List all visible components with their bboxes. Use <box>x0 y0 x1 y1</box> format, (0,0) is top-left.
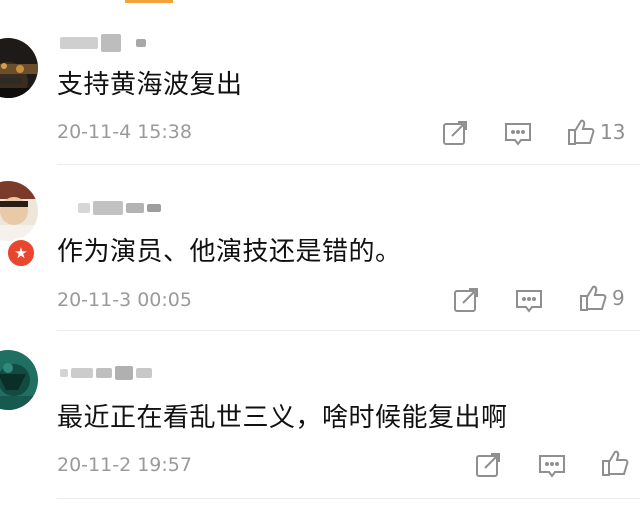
like-button[interactable] <box>600 448 634 478</box>
thumbs-up-icon <box>568 119 595 145</box>
avatar[interactable] <box>0 350 38 410</box>
like-count: 9 <box>612 286 625 310</box>
comment-icon <box>539 455 565 478</box>
username-blurred[interactable] <box>78 199 161 217</box>
comment-item: ★ 作为演员、他演技还是错的。 20-11-3 00:05 9 <box>0 165 640 331</box>
thumbs-up-icon <box>602 450 629 476</box>
repost-button[interactable] <box>441 119 469 147</box>
comment-button[interactable] <box>503 120 533 148</box>
timestamp: 20-11-3 00:05 <box>57 289 192 311</box>
comment-item: 支持黄海波复出 20-11-4 15:38 13 <box>0 0 640 165</box>
avatar[interactable] <box>0 181 38 241</box>
comment-text: 最近正在看乱世三义，啥时候能复出啊 <box>57 403 508 433</box>
repost-button[interactable] <box>474 451 502 479</box>
username-blurred[interactable] <box>60 364 152 382</box>
thumbs-up-icon <box>580 285 607 311</box>
vip-badge-icon: ★ <box>6 238 36 268</box>
comment-button[interactable] <box>537 452 567 480</box>
timestamp: 20-11-4 15:38 <box>57 121 192 143</box>
comment-icon <box>505 123 531 146</box>
repost-icon <box>476 453 500 477</box>
like-button[interactable]: 9 <box>578 283 625 313</box>
like-button[interactable]: 13 <box>566 117 625 147</box>
comment-feed: 支持黄海波复出 20-11-4 15:38 13 ★ 作为演员、他演技还是错的。… <box>0 0 640 512</box>
comment-icon <box>516 290 542 313</box>
like-count: 13 <box>600 120 626 144</box>
avatar[interactable] <box>0 38 38 98</box>
repost-button[interactable] <box>452 286 480 314</box>
comment-button[interactable] <box>514 287 544 315</box>
comment-text: 作为演员、他演技还是错的。 <box>57 237 402 267</box>
repost-icon <box>443 121 467 145</box>
divider <box>57 498 640 499</box>
timestamp: 20-11-2 19:57 <box>57 454 192 476</box>
repost-icon <box>454 288 478 312</box>
username-blurred[interactable] <box>60 34 146 52</box>
comment-text: 支持黄海波复出 <box>57 70 243 100</box>
comment-item: 最近正在看乱世三义，啥时候能复出啊 20-11-2 19:57 <box>0 330 640 512</box>
